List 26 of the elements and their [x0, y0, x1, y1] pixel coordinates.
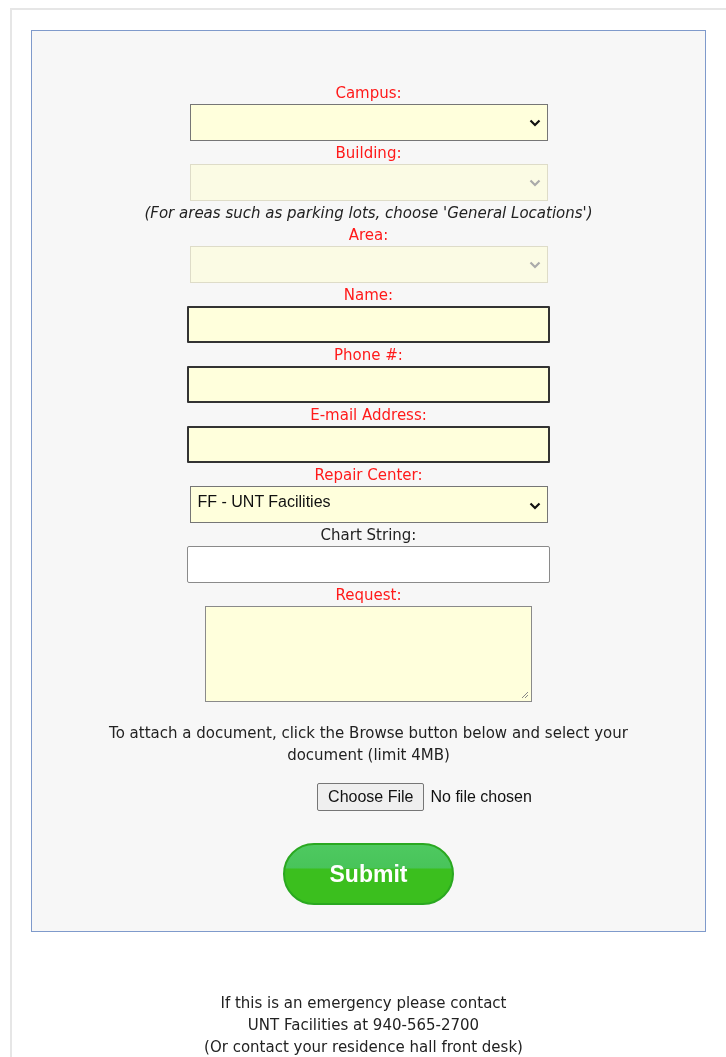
field-label: Campus:	[335, 84, 402, 103]
chevron-down-icon	[528, 260, 541, 269]
input-field[interactable]	[187, 426, 550, 463]
field-label: Repair Center:	[314, 466, 423, 485]
input-field[interactable]	[187, 306, 550, 343]
chevron-down-icon	[528, 178, 541, 187]
input-field[interactable]	[187, 546, 550, 583]
file-status-text: No file chosen	[430, 787, 532, 807]
emergency-contact-text: If this is an emergency please contact UNT Facilities at 940-565-2700 (Or contact your residence hall front desk)	[203, 993, 524, 1057]
field-label: Area:	[348, 226, 389, 245]
field-label: Chart String:	[320, 526, 417, 545]
field-label: Phone #:	[334, 346, 403, 365]
field-label: Building:	[335, 144, 402, 163]
choose-file-button[interactable]: Choose File	[317, 783, 425, 811]
dropdown-field[interactable]	[189, 104, 548, 141]
resize-handle-icon[interactable]	[520, 690, 529, 699]
chevron-down-icon	[528, 118, 541, 127]
hint-text: (For areas such as parking lots, choose 'General Locations')	[144, 204, 593, 223]
input-field[interactable]	[187, 366, 550, 403]
text-area-field[interactable]	[205, 606, 532, 702]
chevron-down-icon	[528, 502, 541, 510]
field-label: Request:	[335, 586, 402, 605]
field-label: E-mail Address:	[310, 406, 427, 425]
instruction-text: To attach a document, click the Browse button below and select your document (limit 4MB)	[108, 723, 629, 766]
field-label: Name:	[343, 286, 394, 305]
dropdown-field[interactable]: FF - UNT Facilities	[189, 486, 548, 523]
